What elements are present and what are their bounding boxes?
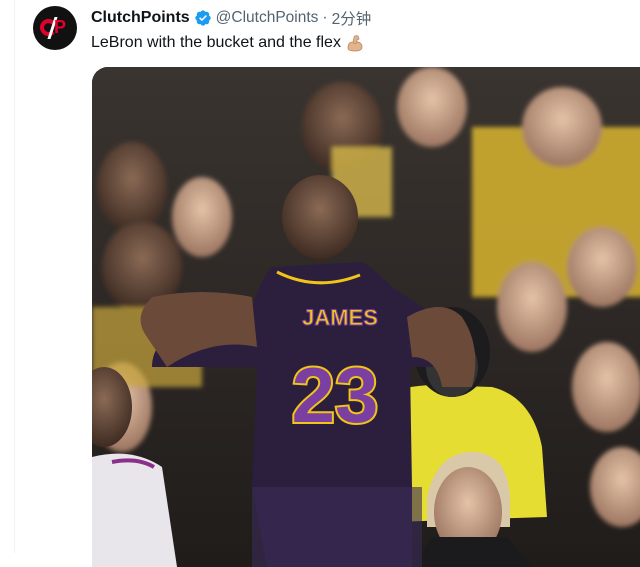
verified-badge-icon[interactable] <box>194 9 212 27</box>
avatar[interactable]: P <box>33 6 77 50</box>
separator-dot: · <box>322 9 328 26</box>
tweet-text: LeBron with the bucket and the flex <box>91 33 365 53</box>
display-name[interactable]: ClutchPoints <box>91 9 190 27</box>
tweet-header: ClutchPoints @ClutchPoints · 2分钟 <box>91 8 371 28</box>
jersey-name: JAMES <box>302 305 378 330</box>
timeline-divider <box>14 0 15 553</box>
handle[interactable]: @ClutchPoints <box>216 9 319 27</box>
timestamp[interactable]: 2分钟 <box>332 7 372 29</box>
tweet-media-image[interactable]: JAMES 23 <box>92 67 640 567</box>
jersey-number: 23 <box>292 351 379 439</box>
game-photo: JAMES 23 <box>92 67 640 567</box>
tweet-body: LeBron with the bucket and the flex <box>91 34 341 51</box>
flexed-biceps-emoji <box>347 35 363 52</box>
